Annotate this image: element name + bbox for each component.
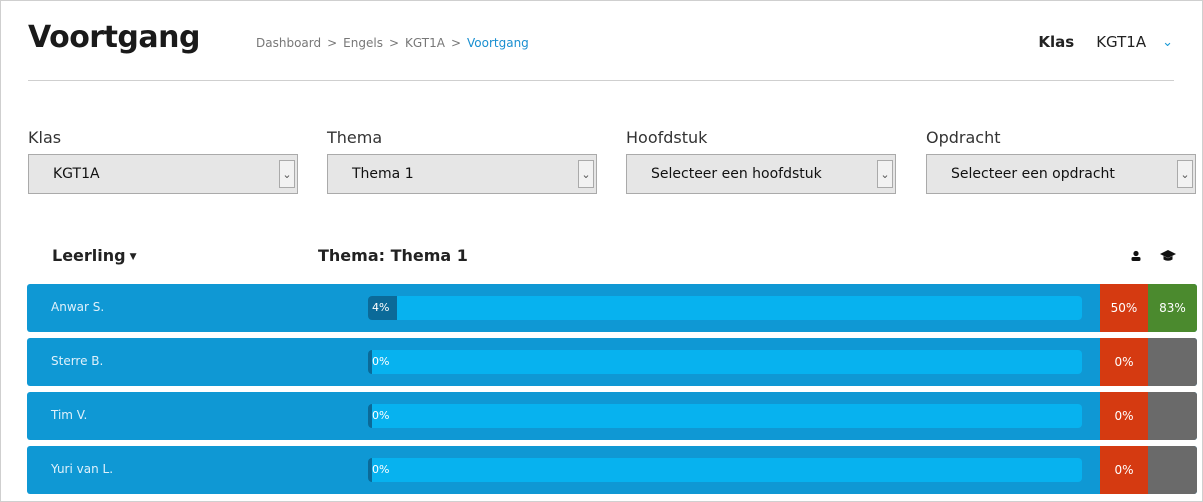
breadcrumb-dashboard[interactable]: Dashboard: [256, 36, 321, 50]
student-row[interactable]: Tim V. 0% 0%: [27, 392, 1197, 440]
filter-hoofdstuk: Hoofdstuk Selecteer een hoofdstuk ⌄: [626, 128, 896, 194]
chevron-down-icon[interactable]: ⌄: [578, 160, 594, 188]
class-switcher-value[interactable]: KGT1A: [1096, 33, 1146, 51]
breadcrumb-separator: >: [450, 36, 461, 50]
progress-bar: 4%: [368, 296, 1082, 320]
progress-label: 0%: [372, 409, 390, 422]
class-switcher[interactable]: Klas KGT1A ⌄: [1038, 33, 1173, 51]
student-name: Tim V.: [51, 408, 88, 422]
breadcrumb-engels[interactable]: Engels: [343, 36, 383, 50]
filter-opdracht: Opdracht Selecteer een opdracht ⌄: [926, 128, 1196, 194]
filter-klas: Klas KGT1A ⌄: [28, 128, 298, 194]
hoofdstuk-select[interactable]: Selecteer een hoofdstuk ⌄: [626, 154, 896, 194]
person-icon: [1128, 248, 1144, 264]
student-name: Sterre B.: [51, 354, 104, 368]
thema-select[interactable]: Thema 1 ⌄: [327, 154, 597, 194]
thema-select-value: Thema 1: [352, 166, 414, 182]
self-score-cell: 50%: [1100, 284, 1148, 332]
grade-score-cell: [1148, 392, 1197, 440]
progress-bar: 0%: [368, 404, 1082, 428]
chevron-down-icon[interactable]: ⌄: [1162, 35, 1173, 50]
list-header: Leerling ▼ Thema: Thema 1: [0, 246, 1203, 268]
breadcrumb-kgt1a[interactable]: KGT1A: [405, 36, 445, 50]
graduation-cap-icon: [1160, 248, 1176, 264]
filter-hoofdstuk-label: Hoofdstuk: [626, 128, 708, 147]
chevron-down-icon[interactable]: ⌄: [279, 160, 295, 188]
progress-label: 0%: [372, 463, 390, 476]
chevron-down-icon[interactable]: ⌄: [877, 160, 893, 188]
progress-bar: 0%: [368, 350, 1082, 374]
filter-klas-label: Klas: [28, 128, 62, 147]
progress-label: 4%: [372, 301, 390, 314]
filter-opdracht-label: Opdracht: [926, 128, 1001, 147]
klas-select-value: KGT1A: [53, 166, 100, 182]
self-score-cell: 0%: [1100, 446, 1148, 494]
progress-bar: 0%: [368, 458, 1082, 482]
student-name: Yuri van L.: [51, 462, 114, 476]
student-row[interactable]: Sterre B. 0% 0%: [27, 338, 1197, 386]
page-title: Voortgang: [28, 20, 200, 55]
column-student-label: Leerling: [52, 246, 126, 265]
student-name: Anwar S.: [51, 300, 105, 314]
chevron-down-icon[interactable]: ⌄: [1177, 160, 1193, 188]
grade-score-cell: 83%: [1148, 284, 1197, 332]
progress-label: 0%: [372, 355, 390, 368]
breadcrumb: Dashboard > Engels > KGT1A > Voortgang: [256, 36, 529, 50]
filter-thema: Thema Thema 1 ⌄: [327, 128, 597, 194]
opdracht-select[interactable]: Selecteer een opdracht ⌄: [926, 154, 1196, 194]
self-score-cell: 0%: [1100, 392, 1148, 440]
breadcrumb-current: Voortgang: [467, 36, 529, 50]
opdracht-select-value: Selecteer een opdracht: [951, 166, 1115, 182]
klas-select[interactable]: KGT1A ⌄: [28, 154, 298, 194]
grade-score-cell: [1148, 446, 1197, 494]
student-row[interactable]: Yuri van L. 0% 0%: [27, 446, 1197, 494]
student-row[interactable]: Anwar S. 4% 50% 83%: [27, 284, 1197, 332]
column-theme-label: Thema: Thema 1: [318, 246, 468, 265]
sort-by-student[interactable]: Leerling ▼: [52, 246, 137, 265]
caret-down-icon[interactable]: ▼: [130, 252, 137, 262]
breadcrumb-separator: >: [388, 36, 400, 50]
breadcrumb-separator: >: [327, 36, 338, 50]
grade-score-cell: [1148, 338, 1197, 386]
header-divider: [28, 80, 1174, 81]
class-switcher-label: Klas: [1038, 33, 1075, 51]
hoofdstuk-select-value: Selecteer een hoofdstuk: [651, 166, 822, 182]
self-score-cell: 0%: [1100, 338, 1148, 386]
filter-thema-label: Thema: [327, 128, 383, 147]
